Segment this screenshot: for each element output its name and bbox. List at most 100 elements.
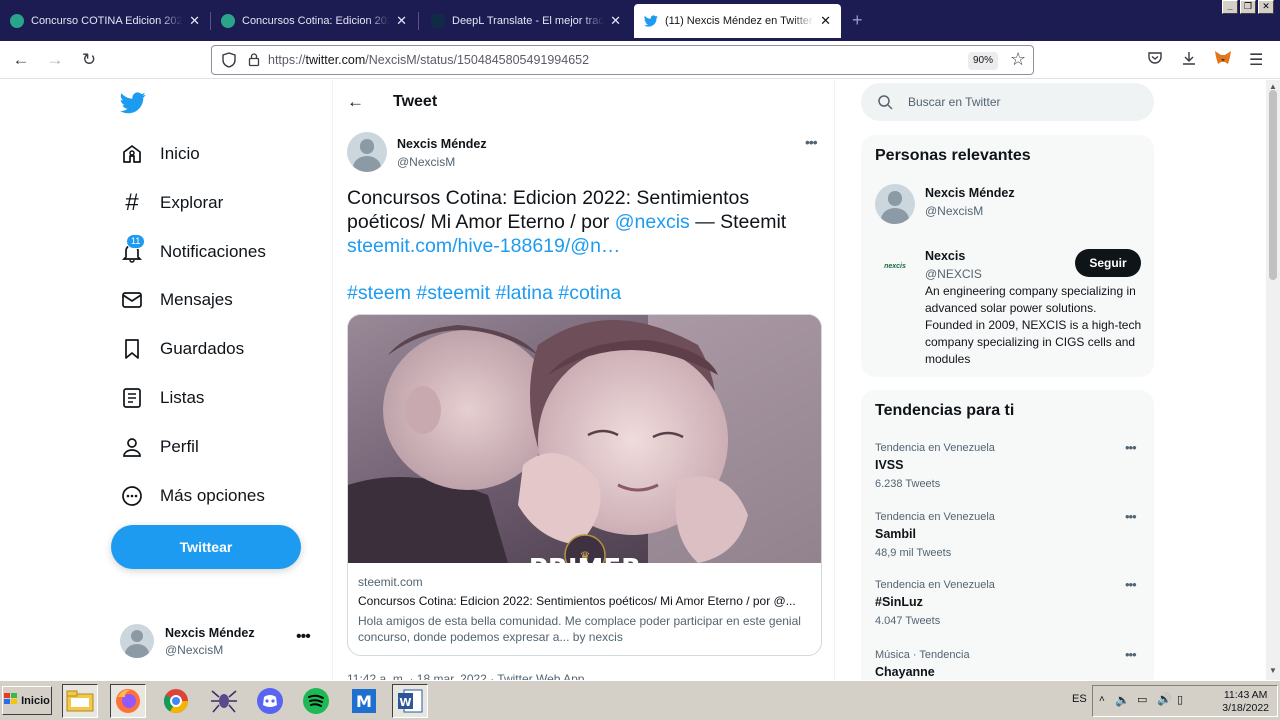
start-button[interactable]: Inicio <box>2 686 52 715</box>
nav-item-lists[interactable]: Listas <box>120 380 204 416</box>
url-scheme: https:// <box>268 53 306 67</box>
svg-text:M: M <box>356 692 372 711</box>
trend-more-icon[interactable]: ••• <box>1125 577 1137 592</box>
start-label: Inicio <box>21 694 50 707</box>
author-handle[interactable]: @NexcisM <box>397 155 455 169</box>
volume-mute-icon[interactable]: 🔈 <box>1115 693 1130 707</box>
hamburger-menu-icon[interactable]: ☰ <box>1249 50 1263 70</box>
tweet-url-link[interactable]: steemit.com/hive-188619/@n… <box>347 235 620 257</box>
minimize-icon[interactable]: _ <box>1222 0 1238 14</box>
more-dots-icon[interactable]: ••• <box>296 628 311 646</box>
reload-icon[interactable]: ↻ <box>78 49 100 71</box>
nav-item-messages[interactable]: Mensajes <box>120 282 233 318</box>
nav-item-notifications[interactable]: 11 Notificaciones <box>120 234 266 270</box>
word-taskbar-icon[interactable]: W <box>392 684 428 718</box>
trend-topic: Sambil <box>875 527 916 541</box>
nav-label: Notificaciones <box>160 242 266 261</box>
notification-badge: 11 <box>126 234 146 249</box>
nav-item-profile[interactable]: Perfil <box>120 429 199 465</box>
nav-label: Mensajes <box>160 290 233 309</box>
lock-icon[interactable] <box>248 52 260 72</box>
nav-item-more-options[interactable]: Más opciones <box>120 478 265 514</box>
url-bar[interactable]: https://twitter.com/NexcisM/status/15048… <box>211 45 1034 75</box>
trend-item[interactable]: Tendencia en Venezuela IVSS 6.238 Tweets… <box>875 440 1143 490</box>
tray-expand-icon[interactable]: ˄ <box>1099 694 1105 705</box>
page-title: Tweet <box>393 93 438 110</box>
twitter-favicon-icon <box>644 14 658 28</box>
scroll-down-icon[interactable]: ▼ <box>1269 666 1277 675</box>
browser-tab-4-active[interactable]: (11) Nexcis Méndez en Twitter: "Co ✕ <box>634 4 841 38</box>
os-taskbar: Inicio M W ES ˄ 🔈 ▭ 🔊 ▯ 11:43 AM 3/18/20… <box>0 680 1280 720</box>
spotify-taskbar-icon[interactable] <box>298 684 334 718</box>
back-arrow-icon[interactable]: ← <box>10 49 32 71</box>
shield-icon[interactable] <box>222 52 236 73</box>
language-indicator[interactable]: ES <box>1072 693 1087 705</box>
account-switcher[interactable]: Nexcis Méndez @NexcisM ••• <box>120 620 320 660</box>
author-name[interactable]: Nexcis Méndez <box>397 137 487 151</box>
close-window-icon[interactable]: ✕ <box>1258 0 1274 14</box>
malwarebytes-taskbar-icon[interactable]: M <box>346 684 382 718</box>
browser-toolbar: ← → ↻ https://twitter.com/NexcisM/status… <box>0 41 1280 79</box>
tab-title: Concurso COTINA Edicion 2022 : S <box>31 14 183 27</box>
mention-link[interactable]: @nexcis <box>615 211 690 233</box>
tweet-more-icon[interactable]: ••• <box>805 134 818 150</box>
new-tab-icon[interactable]: + <box>852 10 863 31</box>
tweet-hashtags[interactable]: #steem #steemit #latina #cotina <box>347 282 621 305</box>
trend-item[interactable]: Tendencia en Venezuela #SinLuz 4.047 Twe… <box>875 577 1143 627</box>
page-scrollbar[interactable]: ▲ ▼ <box>1266 80 1280 680</box>
nav-label: Guardados <box>160 339 245 358</box>
search-box[interactable]: Buscar en Twitter <box>861 83 1154 121</box>
restore-icon[interactable]: ❐ <box>1240 0 1256 14</box>
battery-icon[interactable]: ▯ <box>1177 693 1183 706</box>
trend-item[interactable]: Música · Tendencia Chayanne ••• <box>875 647 1143 679</box>
trend-item[interactable]: Tendencia en Venezuela Sambil 48,9 mil T… <box>875 509 1143 559</box>
scroll-thumb[interactable] <box>1269 90 1277 280</box>
twitter-logo-icon[interactable] <box>120 92 146 119</box>
tab-title: DeepL Translate - El mejor traducto <box>452 14 605 27</box>
search-input[interactable]: Buscar en Twitter <box>908 95 1000 109</box>
close-tab-icon[interactable]: ✕ <box>610 13 621 29</box>
author-avatar[interactable] <box>347 132 387 172</box>
trend-more-icon[interactable]: ••• <box>1125 509 1137 524</box>
zoom-indicator[interactable]: 90% <box>968 52 998 70</box>
tweet-compose-button[interactable]: Twittear <box>111 525 301 569</box>
back-arrow-icon[interactable]: ← <box>347 92 364 112</box>
spider-app-taskbar-icon[interactable] <box>206 684 242 718</box>
person-item[interactable]: nexcis Nexcis @NEXCIS Seguir An engineer… <box>875 247 1143 367</box>
link-preview-card[interactable]: ♛ PRIMER steemit.com Concursos Cotina: E… <box>347 314 822 656</box>
tweet-timestamp[interactable]: 11:42 a. m. · 18 mar. 2022 · Twitter Web… <box>347 672 584 680</box>
close-tab-icon[interactable]: ✕ <box>189 13 200 29</box>
browser-tab-2[interactable]: Concursos Cotina: Edicion 2022: Se ✕ <box>211 3 417 38</box>
trend-more-icon[interactable]: ••• <box>1125 647 1137 662</box>
forward-arrow-icon[interactable]: → <box>44 49 66 71</box>
url-text[interactable]: https://twitter.com/NexcisM/status/15048… <box>268 53 589 67</box>
person-bio: An engineering company specializing in a… <box>925 284 1142 366</box>
trend-more-icon[interactable]: ••• <box>1125 440 1137 455</box>
metamask-fox-icon[interactable] <box>1214 50 1232 71</box>
nav-item-home[interactable]: Inicio <box>120 136 200 172</box>
bookmark-star-icon[interactable]: ☆ <box>1010 49 1026 70</box>
follow-button[interactable]: Seguir <box>1075 249 1141 277</box>
bell-icon: 11 <box>120 234 146 264</box>
chrome-taskbar-icon[interactable] <box>158 684 194 718</box>
nav-item-explore[interactable]: # Explorar <box>120 185 223 221</box>
network-icon[interactable]: ▭ <box>1137 693 1147 706</box>
clock[interactable]: 11:43 AM 3/18/2022 <box>1222 689 1269 715</box>
card-meta: steemit.com Concursos Cotina: Edicion 20… <box>358 575 813 645</box>
browser-tab-1[interactable]: Concurso COTINA Edicion 2022 : S ✕ <box>0 3 210 38</box>
speaker-icon[interactable]: 🔊 <box>1157 692 1172 706</box>
nav-item-bookmarks[interactable]: Guardados <box>120 331 244 367</box>
discord-taskbar-icon[interactable] <box>252 684 288 718</box>
browser-tab-3[interactable]: DeepL Translate - El mejor traducto ✕ <box>421 3 631 38</box>
trend-context: Tendencia en Venezuela <box>875 579 995 591</box>
panel-title: Tendencias para ti <box>875 402 1015 419</box>
card-domain: steemit.com <box>358 575 423 589</box>
person-item[interactable]: Nexcis Méndez @NexcisM <box>875 184 1143 228</box>
close-tab-icon[interactable]: ✕ <box>820 13 831 29</box>
nexcis-logo: nexcis <box>884 263 906 270</box>
file-explorer-taskbar-icon[interactable] <box>62 684 98 718</box>
firefox-taskbar-icon[interactable] <box>110 684 146 718</box>
close-tab-icon[interactable]: ✕ <box>396 13 407 29</box>
download-icon[interactable] <box>1181 50 1197 71</box>
pocket-icon[interactable] <box>1147 50 1163 71</box>
